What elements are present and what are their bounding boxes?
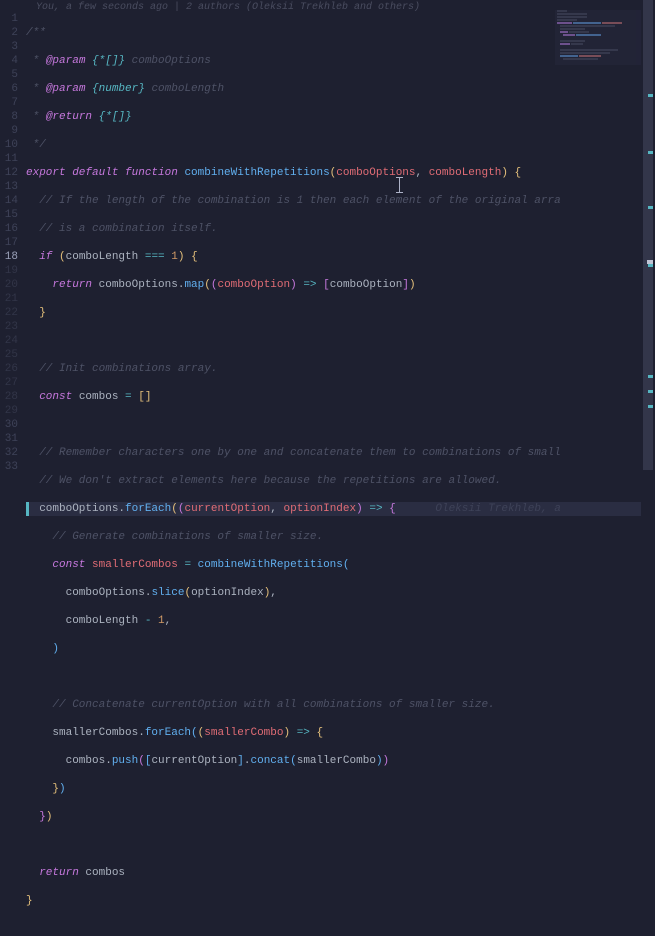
code-line: return comboOptions.map((comboOption) =>…	[26, 278, 655, 292]
code-line: // Concatenate currentOption with all co…	[26, 698, 655, 712]
code-line: * @param {number} comboLength	[26, 82, 655, 96]
text-caret	[399, 177, 400, 193]
code-line: // If the length of the combination is 1…	[26, 194, 655, 208]
scrollbar-thumb[interactable]	[643, 0, 653, 470]
code-editor[interactable]: 1 2 3 4 5 6 7 8 9 10 11 12 13 14 15 16 1…	[0, 12, 655, 936]
active-line-indicator	[26, 502, 29, 516]
code-line: * @return {*[]}	[26, 110, 655, 124]
code-line: )	[26, 642, 655, 656]
code-content[interactable]: /** * @param {*[]} comboOptions * @param…	[26, 12, 655, 936]
vertical-scrollbar[interactable]	[641, 0, 655, 584]
code-line	[26, 334, 655, 348]
inline-git-blame: Oleksii Trekhleb, a	[435, 503, 560, 515]
code-line: */	[26, 138, 655, 152]
code-line: if (comboLength === 1) {	[26, 250, 655, 264]
code-line: }	[26, 894, 655, 908]
code-line: comboOptions.slice(optionIndex),	[26, 586, 655, 600]
minimap[interactable]	[555, 10, 645, 65]
code-line: // Generate combinations of smaller size…	[26, 530, 655, 544]
code-line: smallerCombos.forEach((smallerCombo) => …	[26, 726, 655, 740]
code-line: const combos = []	[26, 390, 655, 404]
code-line: })	[26, 810, 655, 824]
code-line	[26, 838, 655, 852]
code-line: // Remember characters one by one and co…	[26, 446, 655, 460]
code-line: // is a combination itself.	[26, 222, 655, 236]
line-number-gutter[interactable]: 1 2 3 4 5 6 7 8 9 10 11 12 13 14 15 16 1…	[0, 12, 26, 936]
code-line: combos.push([currentOption].concat(small…	[26, 754, 655, 768]
code-line	[26, 670, 655, 684]
code-line: const smallerCombos = combineWithRepetit…	[26, 558, 655, 572]
code-line: }	[26, 306, 655, 320]
code-line: comboLength - 1,	[26, 614, 655, 628]
code-line	[26, 418, 655, 432]
code-line: // We don't extract elements here becaus…	[26, 474, 655, 488]
code-line: // Init combinations array.	[26, 362, 655, 376]
code-line: export default function combineWithRepet…	[26, 166, 655, 180]
code-line: return combos	[26, 866, 655, 880]
code-line-active: comboOptions.forEach((currentOption, opt…	[26, 502, 655, 516]
code-line: })	[26, 782, 655, 796]
